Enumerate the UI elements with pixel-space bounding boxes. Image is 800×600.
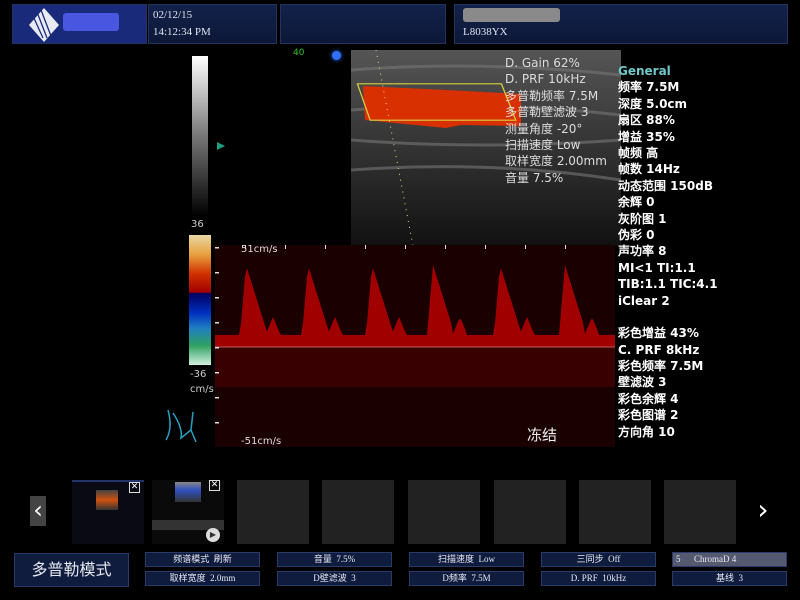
patient-box: L8038YX bbox=[454, 4, 788, 44]
spectrum-mirror bbox=[215, 347, 615, 387]
general-item: 伪彩 0 bbox=[618, 228, 655, 243]
doppler-params: D. Gain 62% D. PRF 10kHz 多普勒频率 7.5M 多普勒壁… bbox=[505, 55, 607, 186]
datetime-box: 02/12/15 14:12:34 PM bbox=[148, 4, 277, 44]
velocity-tick bbox=[215, 422, 219, 424]
color-item: 彩色余辉 4 bbox=[618, 391, 679, 406]
thumbnail-2[interactable]: ✕ ▶ bbox=[152, 480, 224, 544]
general-params: General 频率 7.5M 深度 5.0cm 扇区 88% 增益 35% 帧… bbox=[618, 63, 718, 440]
wall-filter-button[interactable]: D壁滤波 3 bbox=[277, 571, 392, 586]
probe-label: L8038YX bbox=[463, 26, 508, 38]
time: 14:12:34 PM bbox=[153, 26, 211, 38]
velocity-tick bbox=[215, 347, 219, 349]
time-tick bbox=[565, 245, 566, 249]
sweep-speed-button[interactable]: 扫描速度 Low bbox=[409, 552, 524, 567]
general-item: 深度 5.0cm bbox=[618, 96, 688, 111]
frozen-label: 冻结 bbox=[527, 426, 558, 444]
thumbnail-slot[interactable] bbox=[237, 480, 309, 544]
param-d-gain: D. Gain 62% bbox=[505, 56, 580, 70]
general-item: 余辉 0 bbox=[618, 195, 655, 210]
velocity-bottom-label: -51cm/s bbox=[241, 436, 282, 447]
color-item: C. PRF 8kHz bbox=[618, 342, 700, 357]
time-tick bbox=[485, 245, 486, 249]
velocity-top-label: 51cm/s bbox=[241, 244, 278, 255]
general-item: 动态范围 150dB bbox=[618, 178, 713, 193]
time-tick bbox=[405, 245, 406, 249]
general-item: iClear 2 bbox=[618, 293, 670, 308]
patient-name-redacted bbox=[463, 8, 560, 22]
volume-button[interactable]: 音量 7.5% bbox=[277, 552, 392, 567]
param-sweep-speed: 扫描速度 Low bbox=[505, 138, 581, 153]
next-page-button[interactable]: › bbox=[755, 496, 771, 526]
sample-width-button[interactable]: 取样宽度 2.0mm bbox=[145, 571, 260, 586]
time-tick bbox=[365, 245, 366, 249]
thumbnail-slot[interactable] bbox=[408, 480, 480, 544]
thumbnail-slot[interactable] bbox=[579, 480, 651, 544]
velocity-tick bbox=[215, 297, 219, 299]
time-tick bbox=[525, 245, 526, 249]
prev-page-button[interactable]: ‹ bbox=[30, 496, 46, 526]
mode-button[interactable]: 多普勒模式 bbox=[14, 553, 129, 587]
logo-box bbox=[12, 4, 147, 44]
color-item: 彩色图谱 2 bbox=[618, 408, 679, 423]
general-item: 增益 35% bbox=[618, 129, 675, 144]
color-scale-bar bbox=[189, 235, 211, 365]
doppler-freq-button[interactable]: D频率 7.5M bbox=[409, 571, 524, 586]
velocity-tick bbox=[215, 247, 219, 249]
thumbnail-1[interactable]: ✕ bbox=[72, 480, 144, 544]
param-volume: 音量 7.5% bbox=[505, 170, 564, 185]
triplex-button[interactable]: 三同步 Off bbox=[541, 552, 656, 567]
thumbnail-slot[interactable] bbox=[664, 480, 736, 544]
baseline-button[interactable]: 基线 3 bbox=[672, 571, 787, 586]
body-mark-icon[interactable] bbox=[163, 408, 199, 444]
param-doppler-freq: 多普勒频率 7.5M bbox=[505, 88, 599, 103]
time-tick bbox=[325, 245, 326, 249]
prf-button[interactable]: D. PRF 10kHz bbox=[541, 571, 656, 586]
date: 02/12/15 bbox=[153, 9, 193, 21]
depth-marker: 40 bbox=[293, 48, 305, 58]
time-tick bbox=[285, 245, 286, 249]
param-angle: 测量角度 -20° bbox=[505, 121, 583, 136]
focus-arrow-icon[interactable] bbox=[217, 142, 225, 150]
param-sample-width: 取样宽度 2.00mm bbox=[505, 154, 607, 169]
close-thumbnail-icon[interactable]: ✕ bbox=[129, 482, 140, 493]
close-thumbnail-icon[interactable]: ✕ bbox=[209, 480, 220, 491]
info-box bbox=[280, 4, 446, 44]
play-icon[interactable]: ▶ bbox=[206, 528, 220, 542]
gray-scale-top-label: 36 bbox=[191, 219, 204, 230]
velocity-tick bbox=[215, 397, 219, 399]
color-item: 方向角 10 bbox=[618, 424, 675, 439]
general-item: 帧数 14Hz bbox=[618, 162, 680, 177]
thumbnail-slot[interactable] bbox=[322, 480, 394, 544]
general-item: 扇区 88% bbox=[618, 113, 675, 128]
general-item: MI<1 TI:1.1 bbox=[618, 260, 696, 275]
param-wall-filter: 多普勒壁滤波 3 bbox=[505, 105, 589, 120]
logo-text-redacted bbox=[63, 13, 119, 31]
general-item: 声功率 8 bbox=[618, 244, 667, 259]
general-item: 帧频 高 bbox=[618, 146, 659, 161]
general-item: 灰阶图 1 bbox=[618, 211, 667, 226]
status-dot-icon bbox=[332, 51, 341, 60]
velocity-tick bbox=[215, 372, 219, 374]
doppler-spectrum[interactable] bbox=[215, 245, 615, 447]
grayscale-bar bbox=[192, 56, 208, 216]
chroma-button[interactable]: 5 ChromaD 4 bbox=[672, 552, 787, 567]
general-item: TIB:1.1 TIC:4.1 bbox=[618, 277, 718, 292]
velocity-tick bbox=[215, 322, 219, 324]
general-item: 频率 7.5M bbox=[618, 80, 680, 95]
param-d-prf: D. PRF 10kHz bbox=[505, 72, 586, 87]
color-scale-unit: cm/s bbox=[190, 384, 214, 395]
general-title: General bbox=[618, 64, 671, 78]
color-item: 彩色增益 43% bbox=[618, 326, 699, 341]
color-item: 壁滤波 3 bbox=[618, 375, 667, 390]
color-scale-bottom-label: -36 bbox=[190, 369, 207, 380]
spectrum-mode-button[interactable]: 频谱模式 刷新 bbox=[145, 552, 260, 567]
color-item: 彩色频率 7.5M bbox=[618, 358, 704, 373]
thumbnail-slot[interactable] bbox=[494, 480, 566, 544]
logo-icon bbox=[29, 8, 59, 42]
time-tick bbox=[445, 245, 446, 249]
velocity-tick bbox=[215, 272, 219, 274]
